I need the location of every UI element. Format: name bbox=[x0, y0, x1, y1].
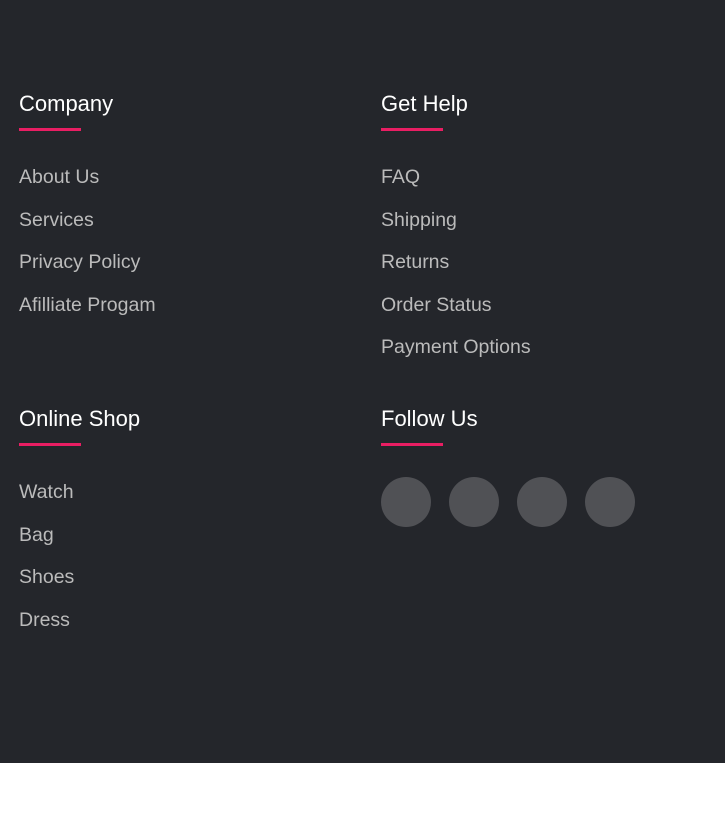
get-help-section: Get Help FAQ Shipping Returns Order Stat… bbox=[381, 91, 711, 378]
link-returns[interactable]: Returns bbox=[381, 250, 449, 274]
link-shoes[interactable]: Shoes bbox=[19, 565, 74, 589]
link-privacy-policy[interactable]: Privacy Policy bbox=[19, 250, 140, 274]
social-icon-4[interactable] bbox=[585, 477, 635, 527]
social-icon-3[interactable] bbox=[517, 477, 567, 527]
follow-us-heading: Follow Us bbox=[381, 406, 478, 431]
online-shop-heading: Online Shop bbox=[19, 406, 141, 431]
link-payment-options[interactable]: Payment Options bbox=[381, 335, 531, 359]
follow-us-section: Follow Us bbox=[381, 406, 711, 527]
heading-underline bbox=[381, 128, 443, 131]
company-heading: Company bbox=[19, 91, 114, 116]
link-bag[interactable]: Bag bbox=[19, 523, 54, 547]
social-icon-2[interactable] bbox=[449, 477, 499, 527]
link-about-us[interactable]: About Us bbox=[19, 165, 99, 189]
heading-underline bbox=[19, 128, 81, 131]
link-faq[interactable]: FAQ bbox=[381, 165, 420, 189]
link-affiliate-program[interactable]: Afilliate Progam bbox=[19, 293, 156, 317]
heading-underline bbox=[19, 443, 81, 446]
social-icon-1[interactable] bbox=[381, 477, 431, 527]
company-section: Company About Us Services Privacy Policy… bbox=[19, 91, 349, 335]
social-links bbox=[381, 477, 711, 527]
link-watch[interactable]: Watch bbox=[19, 480, 74, 504]
heading-underline bbox=[381, 443, 443, 446]
footer: Company About Us Services Privacy Policy… bbox=[0, 0, 725, 763]
link-dress[interactable]: Dress bbox=[19, 608, 70, 632]
link-order-status[interactable]: Order Status bbox=[381, 293, 492, 317]
link-services[interactable]: Services bbox=[19, 208, 94, 232]
get-help-heading: Get Help bbox=[381, 91, 468, 116]
online-shop-section: Online Shop Watch Bag Shoes Dress bbox=[19, 406, 349, 650]
link-shipping[interactable]: Shipping bbox=[381, 208, 457, 232]
